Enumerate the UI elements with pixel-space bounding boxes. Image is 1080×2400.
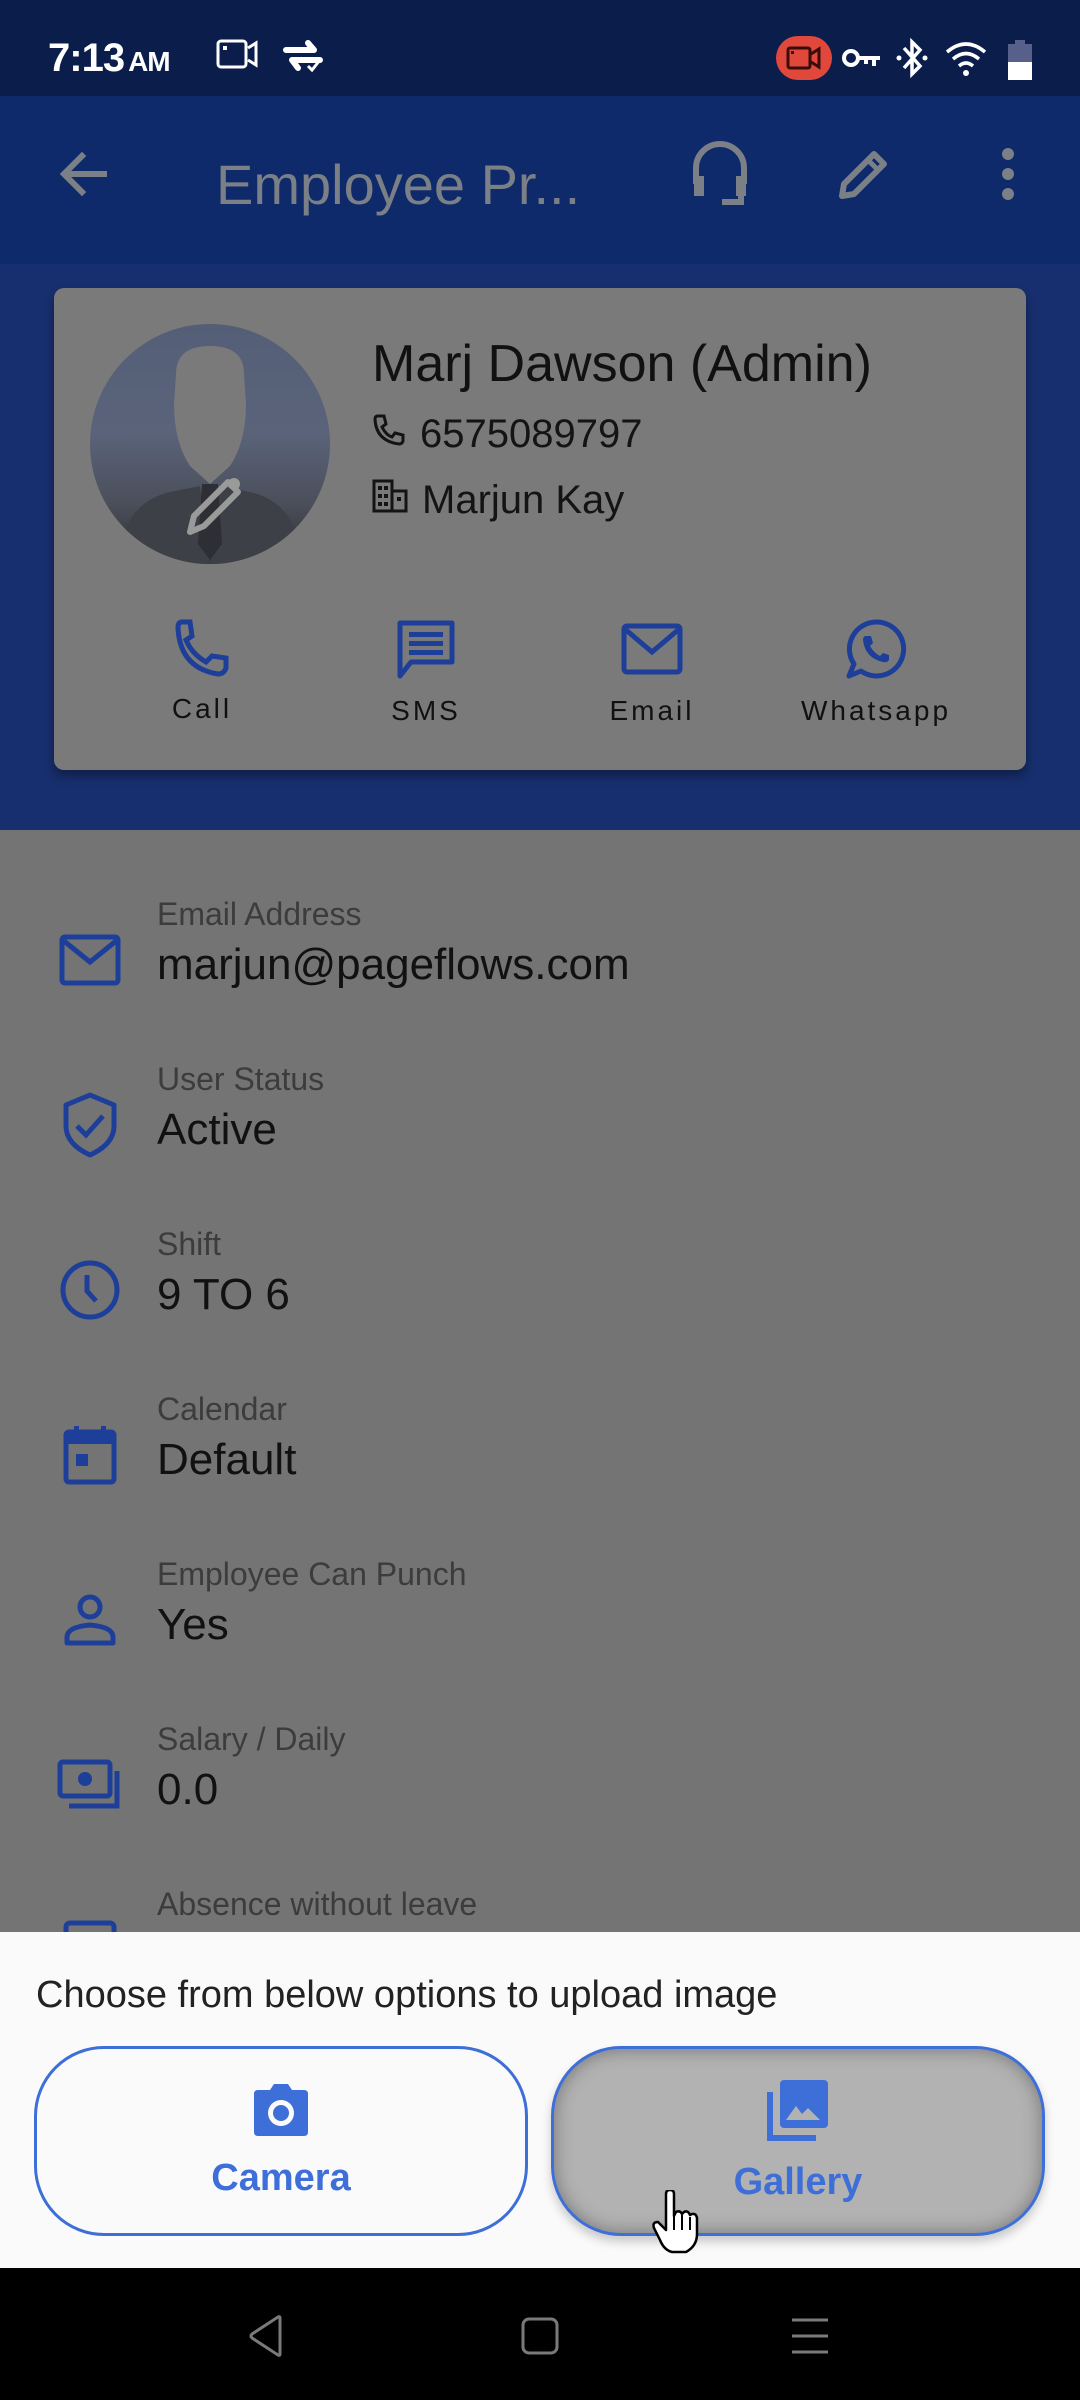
- detail-label: User Status: [157, 1061, 325, 1097]
- arrow-back-icon: [56, 146, 112, 207]
- sms-label: SMS: [391, 695, 461, 726]
- photo-library-icon: [766, 2078, 830, 2147]
- detail-label: Calendar: [157, 1391, 287, 1427]
- back-button[interactable]: [36, 128, 132, 224]
- upload-image-sheet: Choose from below options to upload imag…: [0, 1932, 1080, 2268]
- wifi-icon: [944, 40, 988, 83]
- nav-back-icon: [246, 2314, 286, 2363]
- message-icon: [395, 618, 457, 685]
- whatsapp-icon: [845, 618, 907, 685]
- time-text: 7:13: [48, 36, 125, 80]
- camera-label: Camera: [211, 2157, 351, 2199]
- ampm-text: AM: [128, 46, 171, 77]
- avatar[interactable]: [90, 324, 330, 564]
- phone-line: 6575089797: [372, 412, 642, 457]
- system-nav-bar: [0, 2268, 1080, 2400]
- detail-label: Shift: [157, 1226, 222, 1262]
- nav-home-icon: [520, 2316, 560, 2361]
- detail-value: marjun@pageflows.com: [157, 940, 630, 989]
- bluetooth-icon: [894, 36, 930, 85]
- shield-check-icon: [56, 1091, 124, 1159]
- email-label: Email: [609, 695, 695, 726]
- list-icon: [56, 1916, 124, 1932]
- profile-card: Marj Dawson (Admin) 6575089797 Marjun Ka…: [54, 288, 1026, 770]
- nav-menu-icon: [790, 2316, 830, 2361]
- money-icon: [56, 1751, 124, 1819]
- detail-label: Employee Can Punch: [157, 1556, 467, 1592]
- calendar-icon: [56, 1421, 124, 1489]
- company-name: Marjun Kay: [422, 478, 625, 522]
- recording-badge-icon: [776, 36, 832, 85]
- nav-back-button[interactable]: [236, 2308, 296, 2368]
- detail-value: Default: [157, 1435, 297, 1484]
- detail-label: Email Address: [157, 896, 362, 932]
- battery-icon: [1006, 40, 1034, 85]
- edit-icon: [834, 144, 894, 209]
- detail-label: Salary / Daily: [157, 1721, 346, 1757]
- page-title: Employee Pr...: [216, 153, 581, 216]
- nav-menu-button[interactable]: [780, 2308, 840, 2368]
- hand-pointer-cursor-icon: [650, 2188, 706, 2259]
- contact-actions: Call SMS Email Whatsapp: [54, 618, 1026, 738]
- nav-home-button[interactable]: [510, 2308, 570, 2368]
- employee-name: Marj Dawson (Admin): [372, 335, 872, 393]
- whatsapp-label: Whatsapp: [800, 695, 952, 726]
- status-time: 7:13 AM: [48, 36, 171, 81]
- business-icon: [372, 478, 408, 523]
- detail-label: Absence without leave: [157, 1886, 478, 1922]
- default-avatar-icon: [120, 346, 300, 564]
- call-button[interactable]: Call: [102, 618, 302, 725]
- camera-button[interactable]: Camera: [34, 2046, 528, 2236]
- company-line: Marjun Kay: [372, 478, 624, 523]
- detail-row-shift[interactable]: Shift 9 TO 6: [0, 1226, 1080, 1391]
- gallery-button[interactable]: Gallery: [551, 2046, 1045, 2236]
- support-button[interactable]: [672, 128, 768, 224]
- detail-row-email[interactable]: Email Address marjun@pageflows.com: [0, 896, 1080, 1061]
- more-vert-icon: [998, 146, 1018, 207]
- detail-value: 0.0: [157, 1765, 219, 1814]
- sms-button[interactable]: SMS: [326, 618, 526, 727]
- detail-row-salary[interactable]: Salary / Daily 0.0: [0, 1721, 1080, 1886]
- camera-icon: [250, 2082, 312, 2143]
- detail-row-absence[interactable]: Absence without leave: [0, 1886, 1080, 1932]
- phone-icon: [172, 618, 232, 683]
- detail-value: 9 TO 6: [157, 1270, 290, 1319]
- sheet-title: Choose from below options to upload imag…: [36, 1974, 778, 2016]
- detail-row-calendar[interactable]: Calendar Default: [0, 1391, 1080, 1556]
- sync-check-icon: [280, 38, 326, 79]
- whatsapp-button[interactable]: Whatsapp: [776, 618, 976, 727]
- detail-value: Yes: [157, 1600, 229, 1649]
- vpn-key-icon: [842, 46, 882, 75]
- more-options-button[interactable]: [960, 128, 1056, 224]
- gallery-label: Gallery: [733, 2161, 863, 2203]
- detail-value: Active: [157, 1105, 277, 1154]
- detail-row-user-status[interactable]: User Status Active: [0, 1061, 1080, 1226]
- edit-button[interactable]: [816, 128, 912, 224]
- mail-icon: [56, 926, 124, 994]
- phone-number[interactable]: 6575089797: [420, 412, 642, 457]
- status-bar: 7:13 AM: [0, 0, 1080, 96]
- headset-icon: [690, 140, 750, 213]
- screen-record-icon: [216, 38, 260, 75]
- email-button[interactable]: Email: [552, 618, 752, 727]
- phone-icon: [372, 412, 406, 457]
- clock-icon: [56, 1256, 124, 1324]
- call-label: Call: [171, 693, 233, 724]
- person-icon: [56, 1586, 124, 1654]
- employee-details-list: Email Address marjun@pageflows.com User …: [0, 830, 1080, 1932]
- mail-icon: [621, 618, 683, 685]
- detail-row-can-punch[interactable]: Employee Can Punch Yes: [0, 1556, 1080, 1721]
